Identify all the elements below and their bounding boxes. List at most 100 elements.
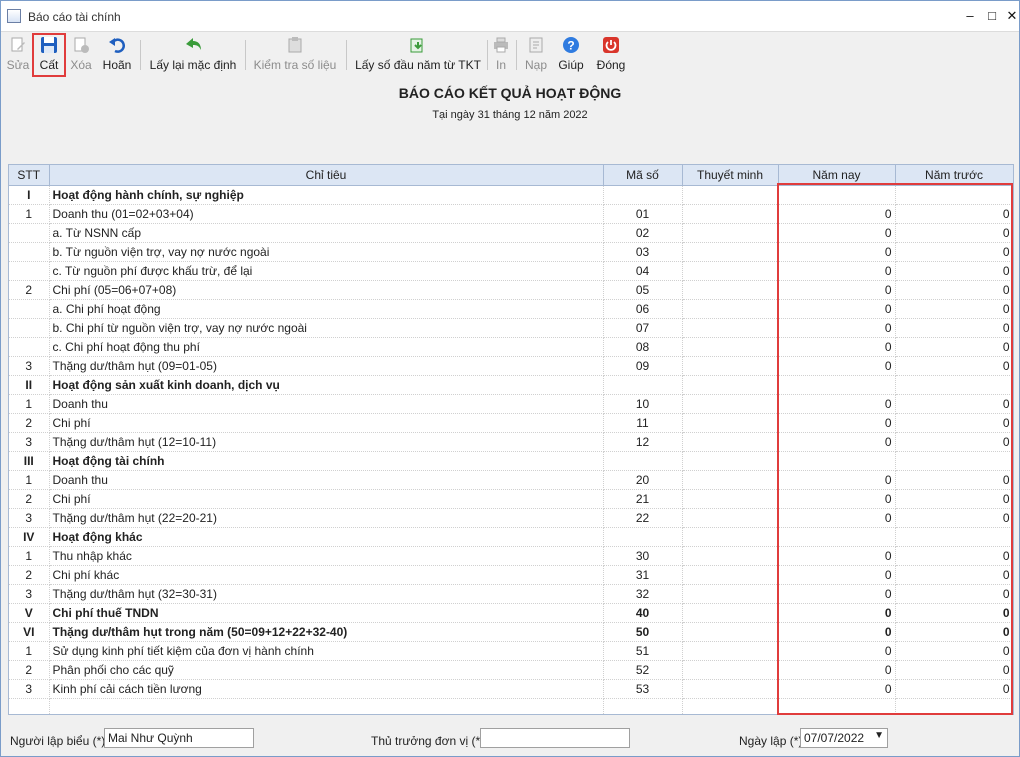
- row-previous-year[interactable]: 0: [895, 508, 1013, 528]
- row-previous-year[interactable]: [895, 451, 1013, 471]
- row-notes[interactable]: [682, 280, 779, 300]
- row-notes[interactable]: [682, 318, 779, 338]
- row-notes[interactable]: [682, 584, 779, 604]
- header-current-year[interactable]: Năm nay: [778, 165, 896, 186]
- row-previous-year[interactable]: [895, 375, 1013, 395]
- row-current-year[interactable]: 0: [778, 641, 896, 661]
- row-previous-year[interactable]: [895, 698, 1013, 714]
- table-row[interactable]: a. Từ NSNN cấp 02 0 0: [9, 223, 1013, 243]
- table-row[interactable]: II Hoạt động sản xuất kinh doanh, dịch vụ: [9, 375, 1013, 395]
- head-of-unit-field[interactable]: [480, 728, 630, 748]
- row-notes[interactable]: [682, 337, 779, 357]
- row-current-year[interactable]: [778, 184, 896, 205]
- check-data-button[interactable]: Kiểm tra số liệu: [251, 34, 339, 76]
- table-row[interactable]: 3 Thặng dư/thâm hụt (22=20-21) 22 0 0: [9, 508, 1013, 528]
- row-previous-year[interactable]: 0: [895, 261, 1013, 281]
- header-notes[interactable]: Thuyết minh: [682, 165, 779, 186]
- row-previous-year[interactable]: 0: [895, 470, 1013, 490]
- row-previous-year[interactable]: [895, 184, 1013, 205]
- row-notes[interactable]: [682, 299, 779, 319]
- row-previous-year[interactable]: 0: [895, 318, 1013, 338]
- row-previous-year[interactable]: 0: [895, 280, 1013, 300]
- table-row[interactable]: 2 Chi phí 21 0 0: [9, 489, 1013, 509]
- row-current-year[interactable]: 0: [778, 280, 896, 300]
- row-current-year[interactable]: 0: [778, 584, 896, 604]
- row-previous-year[interactable]: 0: [895, 679, 1013, 699]
- table-row[interactable]: 1 Thu nhập khác 30 0 0: [9, 546, 1013, 566]
- row-current-year[interactable]: 0: [778, 223, 896, 243]
- row-notes[interactable]: [682, 223, 779, 243]
- maximize-button[interactable]: □: [981, 7, 1003, 25]
- row-current-year[interactable]: [778, 451, 896, 471]
- help-button[interactable]: ? Giúp: [555, 34, 587, 76]
- row-current-year[interactable]: [778, 375, 896, 395]
- close-form-button[interactable]: Đóng: [593, 34, 629, 76]
- row-previous-year[interactable]: 0: [895, 242, 1013, 262]
- row-previous-year[interactable]: 0: [895, 622, 1013, 642]
- row-current-year[interactable]: [778, 698, 896, 714]
- row-notes[interactable]: [682, 204, 779, 224]
- table-row[interactable]: 1 Doanh thu 20 0 0: [9, 470, 1013, 490]
- row-current-year[interactable]: 0: [778, 337, 896, 357]
- row-current-year[interactable]: 0: [778, 318, 896, 338]
- table-row[interactable]: 2 Phân phối cho các quỹ 52 0 0: [9, 660, 1013, 680]
- header-previous-year[interactable]: Năm trước: [895, 165, 1013, 186]
- table-row[interactable]: IV Hoạt động khác: [9, 527, 1013, 547]
- row-notes[interactable]: [682, 603, 779, 623]
- load-button[interactable]: Nạp: [522, 34, 550, 76]
- row-current-year[interactable]: 0: [778, 660, 896, 680]
- row-notes[interactable]: [682, 508, 779, 528]
- row-current-year[interactable]: 0: [778, 261, 896, 281]
- row-previous-year[interactable]: 0: [895, 299, 1013, 319]
- table-row[interactable]: VI Thặng dư/thâm hụt trong năm (50=09+12+…: [9, 622, 1013, 642]
- table-row[interactable]: 2 Chi phí khác 31 0 0: [9, 565, 1013, 585]
- row-previous-year[interactable]: 0: [895, 413, 1013, 433]
- row-notes[interactable]: [682, 375, 779, 395]
- chevron-down-icon[interactable]: ▼: [874, 730, 884, 741]
- row-current-year[interactable]: 0: [778, 679, 896, 699]
- header-stt[interactable]: STT: [9, 165, 50, 186]
- minimize-button[interactable]: –: [959, 7, 981, 25]
- row-previous-year[interactable]: 0: [895, 641, 1013, 661]
- row-notes[interactable]: [682, 413, 779, 433]
- row-notes[interactable]: [682, 641, 779, 661]
- table-row[interactable]: c. Từ nguồn phí được khấu trừ, để lại 04 0…: [9, 261, 1013, 281]
- row-notes[interactable]: [682, 356, 779, 376]
- row-notes[interactable]: [682, 527, 779, 547]
- row-notes[interactable]: [682, 565, 779, 585]
- row-previous-year[interactable]: 0: [895, 394, 1013, 414]
- row-previous-year[interactable]: 0: [895, 432, 1013, 452]
- row-previous-year[interactable]: 0: [895, 489, 1013, 509]
- row-notes[interactable]: [682, 242, 779, 262]
- table-row[interactable]: 1 Doanh thu (01=02+03+04) 01 0 0: [9, 204, 1013, 224]
- row-notes[interactable]: [682, 432, 779, 452]
- row-notes[interactable]: [682, 184, 779, 205]
- row-notes[interactable]: [682, 451, 779, 471]
- header-indicator[interactable]: Chỉ tiêu: [49, 165, 604, 186]
- row-previous-year[interactable]: 0: [895, 565, 1013, 585]
- report-date-picker[interactable]: 07/07/2022 ▼: [800, 728, 888, 748]
- row-current-year[interactable]: 0: [778, 432, 896, 452]
- row-notes[interactable]: [682, 679, 779, 699]
- table-row[interactable]: V Chi phí thuế TNDN 40 0 0: [9, 603, 1013, 623]
- row-current-year[interactable]: 0: [778, 622, 896, 642]
- row-previous-year[interactable]: 0: [895, 204, 1013, 224]
- undo-button[interactable]: Hoãn: [99, 34, 135, 76]
- preparer-field[interactable]: Mai Như Quỳnh: [104, 728, 254, 748]
- row-notes[interactable]: [682, 489, 779, 509]
- row-current-year[interactable]: 0: [778, 470, 896, 490]
- table-row[interactable]: 1 Doanh thu 10 0 0: [9, 394, 1013, 414]
- row-previous-year[interactable]: [895, 527, 1013, 547]
- header-code[interactable]: Mã số: [603, 165, 683, 186]
- row-notes[interactable]: [682, 261, 779, 281]
- row-notes[interactable]: [682, 660, 779, 680]
- row-current-year[interactable]: 0: [778, 413, 896, 433]
- row-notes[interactable]: [682, 698, 779, 714]
- restore-default-button[interactable]: Lấy lại mặc định: [146, 34, 240, 76]
- table-row[interactable]: I Hoạt động hành chính, sự nghiệp: [9, 184, 1013, 205]
- row-previous-year[interactable]: 0: [895, 356, 1013, 376]
- row-previous-year[interactable]: 0: [895, 603, 1013, 623]
- table-row[interactable]: 2 Chi phí (05=06+07+08) 05 0 0: [9, 280, 1013, 300]
- row-current-year[interactable]: 0: [778, 489, 896, 509]
- row-current-year[interactable]: 0: [778, 565, 896, 585]
